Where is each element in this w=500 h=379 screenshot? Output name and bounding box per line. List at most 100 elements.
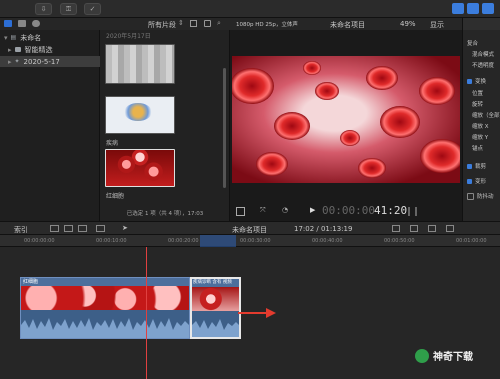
solo-button[interactable] <box>428 225 436 232</box>
chevron-updown-icon: ⇕ <box>178 19 184 27</box>
video-frame <box>232 56 460 183</box>
timeline-clip-red-blood-cells[interactable]: 红细胞 <box>20 277 190 339</box>
inspector-header <box>463 18 500 30</box>
red-blood-cells-image <box>232 61 460 178</box>
audio-skimming-button[interactable] <box>410 225 418 232</box>
titles-generators-icon[interactable] <box>32 20 40 27</box>
clip-thumbnail-blurred[interactable] <box>105 44 175 84</box>
inspector-row[interactable]: 锚点 <box>463 143 500 153</box>
keyword-button[interactable]: ⚿ <box>60 3 77 15</box>
clip-name-label: 疾病 <box>106 140 119 147</box>
browser-toolbar: 所有片段 ⇕ ⌕ <box>100 18 230 30</box>
insert-clip-icon[interactable] <box>64 225 73 232</box>
audio-waveform <box>192 319 239 337</box>
clip-header: 红细胞 <box>21 278 189 286</box>
inspector-label: 锚点 <box>472 146 484 152</box>
append-clip-icon[interactable] <box>78 225 87 232</box>
transform-icon[interactable]: ⤧ <box>260 206 266 215</box>
clip-appearance-button[interactable] <box>392 225 400 232</box>
disclosure-right-icon[interactable]: ▸ <box>8 58 12 66</box>
timeline-clip-selected[interactable]: 疾病诊断 含有 视频 <box>190 277 241 339</box>
play-icon[interactable]: ▶ <box>310 206 315 214</box>
viewer-panel: 1080p HD 25p，立体声 未命名项目 49% 显示 ⤧ ◔ ▶ 00:0… <box>230 18 462 221</box>
overwrite-clip-icon[interactable] <box>96 225 105 232</box>
timeline-ruler[interactable]: 00:00:00:00 00:00:10:00 00:00:20:00 00:0… <box>0 235 500 247</box>
inspector-row-stabilization[interactable]: 防抖动 <box>463 191 500 201</box>
inspector-row[interactable]: 复合 <box>463 38 500 48</box>
ruler-selection-range <box>200 235 236 247</box>
photos-audio-icon[interactable] <box>18 20 26 27</box>
snapping-button[interactable] <box>446 225 454 232</box>
viewer-zoom-menu[interactable]: 49% <box>400 20 416 28</box>
date-group-header: 2020年5月17日 <box>106 33 151 40</box>
inspector-row[interactable]: 缩放 Y <box>463 132 500 142</box>
playhead[interactable] <box>146 247 147 379</box>
inspector-panel: 复合 混合模式 不透明度 变换 位置 旋转 缩放（全部） 缩放 X 缩放 Y 锚… <box>462 18 500 221</box>
ruler-mark: 00:00:30:00 <box>240 238 271 244</box>
clip-filmstrip <box>192 287 239 311</box>
inspector-row[interactable]: 混合模式 <box>463 49 500 59</box>
clip-name-label: 红细胞 <box>106 193 125 200</box>
disclosure-right-icon[interactable]: ▸ <box>8 46 12 54</box>
viewer-transport-bar: ⤧ ◔ ▶ 00:00:00 41:20 <box>230 204 462 221</box>
clip-thumbnail-disease[interactable] <box>105 96 175 134</box>
inspector-row[interactable]: 缩放 X <box>463 121 500 131</box>
inspector-label: 缩放 X <box>472 124 489 130</box>
clip-filmstrip <box>21 286 189 310</box>
key-icon: ⚿ <box>65 4 72 13</box>
crop-icon[interactable] <box>236 207 245 216</box>
disease-illustration <box>124 103 152 121</box>
inspector-row-crop[interactable]: 裁剪 <box>463 161 500 171</box>
sidebar-item-label: 智能精选 <box>24 45 53 54</box>
browser-scrollbar[interactable] <box>223 68 226 188</box>
clip-appearance-icon[interactable] <box>204 20 211 27</box>
speed-icon[interactable]: ◔ <box>282 206 288 214</box>
index-button[interactable]: 索引 <box>14 225 28 235</box>
checkbox-unchecked[interactable] <box>467 192 474 200</box>
inspector-row[interactable]: 不透明度 <box>463 60 500 70</box>
sidebar-item-smart-collection[interactable]: ▸ 智能精选 <box>0 44 100 55</box>
clip-filter-menu[interactable]: 所有片段 <box>148 20 176 30</box>
clip-name-label: 疾病诊断 含有 视频 <box>193 280 232 285</box>
viewer-format-label: 1080p HD 25p，立体声 <box>236 22 298 28</box>
clip-thumbnail-red-blood-cells[interactable] <box>105 149 175 187</box>
inspector-label: 变形 <box>475 179 487 185</box>
workspace-timeline-button[interactable] <box>467 3 479 14</box>
checkbox-checked[interactable] <box>467 178 472 184</box>
connect-clip-icon[interactable] <box>50 225 59 232</box>
workspace-inspector-button[interactable] <box>482 3 494 14</box>
viewer-view-menu[interactable]: 显示 <box>430 20 444 30</box>
inspector-label: 缩放（全部） <box>472 113 500 119</box>
inspector-row-distort[interactable]: 变形 <box>463 176 500 186</box>
timeline-project-name: 未命名项目 <box>232 226 267 234</box>
checkbox-checked[interactable] <box>467 163 472 169</box>
browser-panel: 所有片段 ⇕ ⌕ 2020年5月17日 疾病 红细胞 已选定 1 项（共 4 项… <box>100 18 230 221</box>
libraries-icon[interactable] <box>4 20 12 27</box>
watermark-logo-icon <box>415 348 429 363</box>
search-icon[interactable]: ⌕ <box>217 19 221 28</box>
ruler-mark: 00:00:20:00 <box>168 238 199 244</box>
checkbox-checked[interactable] <box>467 78 472 84</box>
workspace-buttons <box>452 3 494 14</box>
sidebar-item-label: 未命名 <box>20 33 42 42</box>
check-circle-icon: ✓ <box>89 5 96 13</box>
inspector-row[interactable]: 旋转 <box>463 99 500 109</box>
timeline-panel: 00:00:00:00 00:00:10:00 00:00:20:00 00:0… <box>0 235 500 379</box>
sidebar-item-label: 2020-5-17 <box>23 57 60 66</box>
sidebar-item-event[interactable]: ▸ ✦ 2020-5-17 <box>0 56 100 67</box>
background-tasks-button[interactable]: ✓ <box>84 3 101 15</box>
inspector-label: 裁剪 <box>475 164 487 170</box>
import-button[interactable]: ⇩ <box>35 3 52 15</box>
inspector-label: 位置 <box>472 91 484 97</box>
inspector-row[interactable]: 缩放（全部） <box>463 110 500 120</box>
disclosure-down-icon[interactable]: ▾ <box>4 34 8 42</box>
inspector-label: 旋转 <box>472 102 484 108</box>
workspace-browser-button[interactable] <box>452 3 464 14</box>
inspector-row-transform[interactable]: 变换 <box>463 76 500 86</box>
sidebar-item-library[interactable]: ▾ ▤ 未命名 <box>0 32 100 43</box>
inspector-row[interactable]: 位置 <box>463 88 500 98</box>
filmstrip-view-icon[interactable] <box>190 20 197 27</box>
folder-icon <box>14 47 21 52</box>
select-tool-icon[interactable]: ➤ <box>122 224 128 232</box>
fullscreen-icon[interactable] <box>408 207 417 216</box>
